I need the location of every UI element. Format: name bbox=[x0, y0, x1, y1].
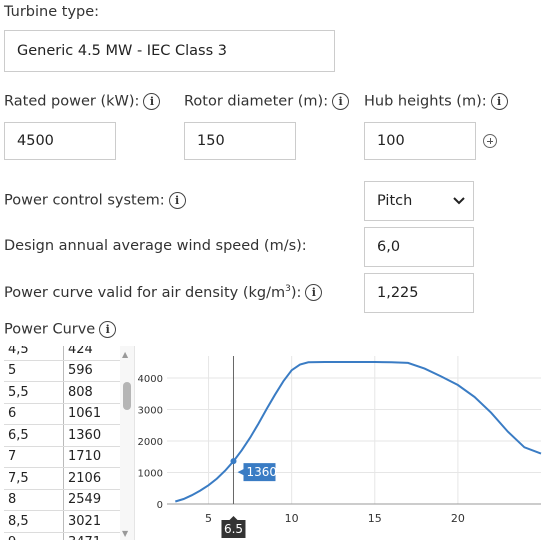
y-tick-label: 2000 bbox=[138, 437, 163, 448]
power-control-label-row: Power control system: i bbox=[4, 192, 186, 209]
power-cell[interactable]: 596 bbox=[63, 360, 121, 382]
turbine-type-field[interactable]: Generic 4.5 MW - IEC Class 3 bbox=[4, 30, 335, 72]
turbine-type-label: Turbine type: bbox=[4, 4, 100, 20]
info-icon[interactable]: i bbox=[332, 93, 350, 110]
hub-heights-label: Hub heights (m): bbox=[364, 93, 487, 110]
air-density-label-suffix: ): bbox=[290, 284, 302, 301]
rated-power-value: 4500 bbox=[17, 133, 54, 149]
x-tick-label: 15 bbox=[368, 512, 382, 525]
wind-speed-input[interactable]: 6,0 bbox=[364, 227, 474, 267]
tooltip: 1360 bbox=[237, 463, 277, 482]
power-curve-label: Power Curve bbox=[4, 321, 96, 338]
x-tick-label: 20 bbox=[451, 512, 465, 525]
wind-speed-cell[interactable]: 8,5 bbox=[4, 510, 64, 533]
hub-heights-input[interactable]: 100 bbox=[364, 122, 476, 160]
table-scrollbar[interactable]: ▲ ▼ bbox=[120, 346, 134, 540]
info-icon[interactable]: i bbox=[143, 93, 161, 110]
wind-speed-cell[interactable]: 7 bbox=[4, 446, 64, 468]
wind-speed-cell[interactable]: 7,5 bbox=[4, 467, 64, 490]
rotor-diameter-label-row: Rotor diameter (m): i bbox=[184, 93, 350, 110]
air-density-input[interactable]: 1,225 bbox=[364, 273, 474, 313]
rotor-diameter-input[interactable]: 150 bbox=[184, 122, 296, 160]
info-icon[interactable]: i bbox=[168, 192, 186, 209]
y-tick-label: 1000 bbox=[138, 469, 163, 480]
wind-speed-value: 6,0 bbox=[377, 239, 401, 255]
chevron-down-icon bbox=[453, 197, 465, 205]
power-control-select[interactable]: Pitch bbox=[364, 181, 474, 221]
table-row[interactable]: 4,5 424 bbox=[4, 346, 121, 361]
y-tick-label: 0 bbox=[157, 500, 163, 511]
crosshair-x-label: 6.5 bbox=[221, 516, 246, 538]
rotor-diameter-label: Rotor diameter (m): bbox=[184, 93, 329, 110]
wind-speed-cell[interactable]: 6,5 bbox=[4, 424, 64, 447]
tooltip-value: 1360 bbox=[246, 465, 277, 479]
turbine-type-value: Generic 4.5 MW - IEC Class 3 bbox=[17, 43, 227, 59]
power-cell[interactable]: 2549 bbox=[63, 489, 121, 511]
wind-speed-cell[interactable]: 5,5 bbox=[4, 381, 64, 404]
rated-power-label: Rated power (kW): bbox=[4, 93, 140, 110]
wind-speed-cell[interactable]: 5 bbox=[4, 360, 64, 382]
wind-speed-cell[interactable]: 8 bbox=[4, 489, 64, 511]
x-tick-label: 10 bbox=[285, 512, 299, 525]
power-cell[interactable]: 2106 bbox=[63, 467, 121, 490]
air-density-value: 1,225 bbox=[377, 285, 419, 301]
power-control-label: Power control system: bbox=[4, 192, 165, 209]
table-row[interactable]: 5 596 bbox=[4, 360, 121, 382]
table-row[interactable]: 7,5 2106 bbox=[4, 467, 121, 490]
info-icon[interactable]: i bbox=[99, 321, 117, 338]
table-row[interactable]: 7 1710 bbox=[4, 446, 121, 468]
rated-power-input[interactable]: 4500 bbox=[4, 122, 116, 160]
air-density-label-row: Power curve valid for air density (kg/m3… bbox=[4, 284, 323, 302]
power-curve-table-wrap[interactable]: 4,5 424 5 596 5,5 808 6 1061 6,5 1360 7 1710 7,5 2106… bbox=[4, 346, 135, 540]
air-density-label-prefix: Power curve valid for air density (kg/m bbox=[4, 284, 286, 301]
power-curve-table[interactable]: 4,5 424 5 596 5,5 808 6 1061 6,5 1360 7 1710 7,5 2106… bbox=[4, 346, 121, 540]
table-row[interactable]: 8 2549 bbox=[4, 489, 121, 511]
tooltip-point bbox=[230, 458, 237, 465]
x-tick-label: 5 bbox=[205, 512, 212, 525]
power-cell[interactable]: 3471 bbox=[63, 532, 121, 540]
plus-circle-icon[interactable] bbox=[483, 134, 497, 148]
y-tick-label: 4000 bbox=[138, 374, 163, 385]
wind-speed-cell[interactable]: 4,5 bbox=[4, 346, 64, 361]
power-cell[interactable]: 808 bbox=[63, 381, 121, 404]
rated-power-label-row: Rated power (kW): i bbox=[4, 93, 161, 110]
scroll-up-icon[interactable]: ▲ bbox=[122, 350, 128, 359]
hub-heights-value: 100 bbox=[377, 133, 405, 149]
crosshair-x-value: 6.5 bbox=[224, 522, 243, 536]
table-row[interactable]: 6,5 1360 bbox=[4, 424, 121, 447]
power-curve-label-row: Power Curve i bbox=[4, 321, 117, 338]
scrollbar-thumb[interactable] bbox=[123, 382, 131, 410]
y-tick-label: 3000 bbox=[138, 406, 163, 417]
power-curve-chart[interactable]: 0 1000 2000 3000 4000 5 10 15 20 1360 6.5 bbox=[135, 346, 547, 541]
power-curve-line bbox=[175, 361, 542, 503]
rotor-diameter-value: 150 bbox=[197, 133, 225, 149]
info-icon[interactable]: i bbox=[490, 93, 508, 110]
wind-speed-label: Design annual average wind speed (m/s): bbox=[4, 238, 307, 254]
power-cell[interactable]: 3021 bbox=[63, 510, 121, 533]
power-cell[interactable]: 1360 bbox=[63, 424, 121, 447]
wind-speed-cell[interactable]: 9 bbox=[4, 532, 64, 540]
info-icon[interactable]: i bbox=[305, 284, 323, 302]
power-control-value: Pitch bbox=[377, 193, 413, 209]
table-row[interactable]: 93471 bbox=[4, 532, 121, 540]
scroll-down-icon[interactable]: ▼ bbox=[122, 529, 128, 538]
hub-heights-label-row: Hub heights (m): i bbox=[364, 93, 508, 110]
power-cell[interactable]: 1061 bbox=[63, 403, 121, 425]
power-cell[interactable]: 424 bbox=[63, 346, 121, 361]
wind-speed-cell[interactable]: 6 bbox=[4, 403, 64, 425]
table-row[interactable]: 6 1061 bbox=[4, 403, 121, 425]
table-row[interactable]: 5,5 808 bbox=[4, 381, 121, 404]
table-row[interactable]: 8,5 3021 bbox=[4, 510, 121, 533]
power-cell[interactable]: 1710 bbox=[63, 446, 121, 468]
